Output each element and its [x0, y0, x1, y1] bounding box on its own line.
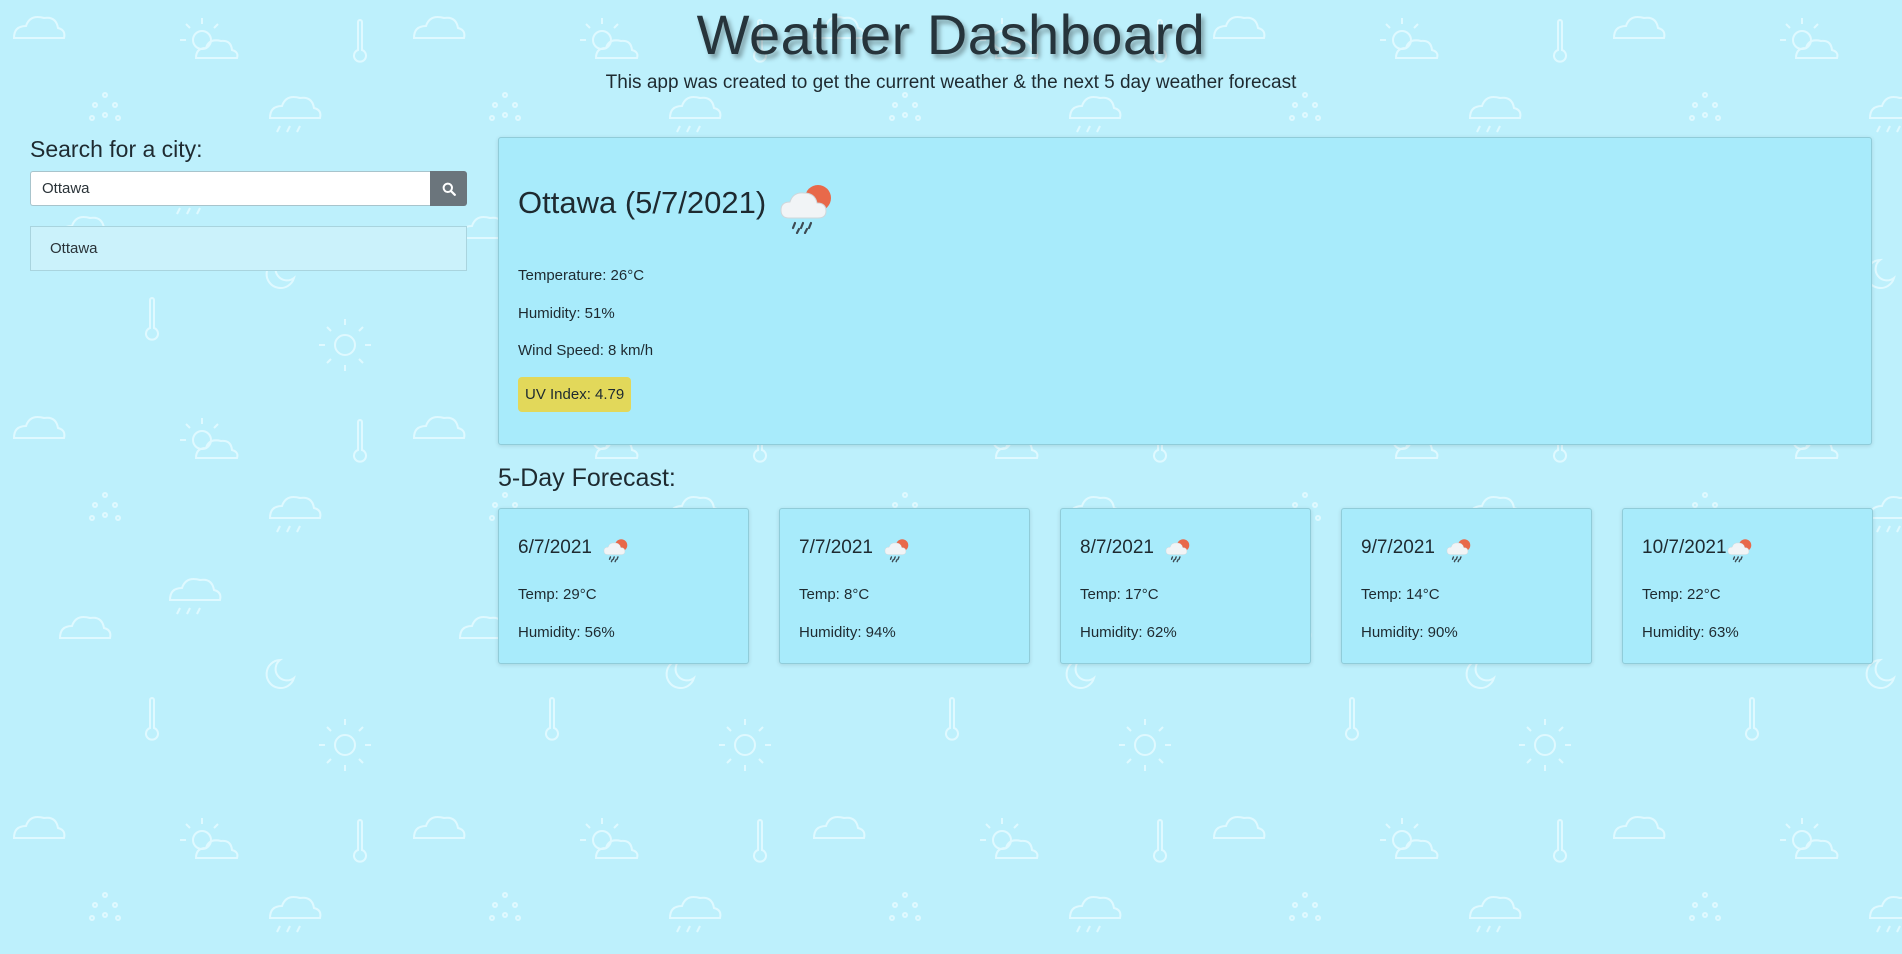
forecast-temp: Temp: 22°C: [1642, 586, 1721, 603]
forecast-temp: Temp: 14°C: [1361, 586, 1440, 603]
forecast-humidity: Humidity: 63%: [1642, 624, 1739, 641]
search-history-list: Ottawa: [30, 226, 467, 271]
rain-cloud-sun-icon: [1165, 539, 1190, 563]
forecast-date: 9/7/2021: [1361, 537, 1435, 558]
forecast-date: 6/7/2021: [518, 537, 592, 558]
forecast-card: 7/7/2021 Temp: 8°C Humidity: 94%: [779, 508, 1030, 664]
rain-cloud-sun-icon: [780, 185, 831, 234]
forecast-card: 8/7/2021 Temp: 17°C Humidity: 62%: [1060, 508, 1311, 664]
current-wind-speed: Wind Speed: 8 km/h: [518, 342, 654, 359]
rain-cloud-sun-icon: [603, 539, 628, 563]
forecast-date: 10/7/2021: [1642, 537, 1727, 558]
current-humidity: Humidity: 51%: [518, 305, 615, 322]
forecast-temp: Temp: 29°C: [518, 586, 597, 603]
uv-index-badge: UV Index: 4.79: [518, 377, 632, 412]
rain-cloud-sun-icon: [1446, 539, 1471, 563]
history-item-ottawa[interactable]: Ottawa: [30, 226, 467, 271]
search-button[interactable]: [430, 171, 467, 206]
rain-cloud-sun-icon: [884, 539, 909, 563]
search-icon: [442, 182, 456, 196]
forecast-temp: Temp: 17°C: [1080, 586, 1159, 603]
forecast-temp: Temp: 8°C: [799, 586, 870, 603]
forecast-row: 6/7/2021 Temp: 29°C Humidity: 56% 7/7/20…: [498, 508, 1873, 664]
forecast-card: 10/7/2021 Temp: 22°C Humidity: 63%: [1622, 508, 1873, 664]
forecast-humidity: Humidity: 62%: [1080, 624, 1177, 641]
forecast-humidity: Humidity: 56%: [518, 624, 615, 641]
forecast-humidity: Humidity: 94%: [799, 624, 896, 641]
rain-cloud-sun-icon: [1727, 539, 1752, 563]
search-label: Search for a city:: [30, 136, 203, 162]
current-city-heading: Ottawa (5/7/2021): [518, 185, 767, 220]
city-search-input[interactable]: [30, 171, 430, 206]
forecast-card: 9/7/2021 Temp: 14°C Humidity: 90%: [1341, 508, 1592, 664]
forecast-card: 6/7/2021 Temp: 29°C Humidity: 56%: [498, 508, 749, 664]
page-title: Weather Dashboard: [696, 3, 1206, 66]
page-subtitle: This app was created to get the current …: [605, 72, 1297, 93]
forecast-date: 7/7/2021: [799, 537, 873, 558]
forecast-humidity: Humidity: 90%: [1361, 624, 1458, 641]
search-group: [30, 171, 467, 206]
forecast-heading: 5-Day Forecast:: [498, 464, 676, 492]
forecast-date: 8/7/2021: [1080, 537, 1154, 558]
current-weather-card: Ottawa (5/7/2021) Temperature: 26°C Humi…: [498, 137, 1872, 445]
current-temperature: Temperature: 26°C: [518, 267, 645, 284]
